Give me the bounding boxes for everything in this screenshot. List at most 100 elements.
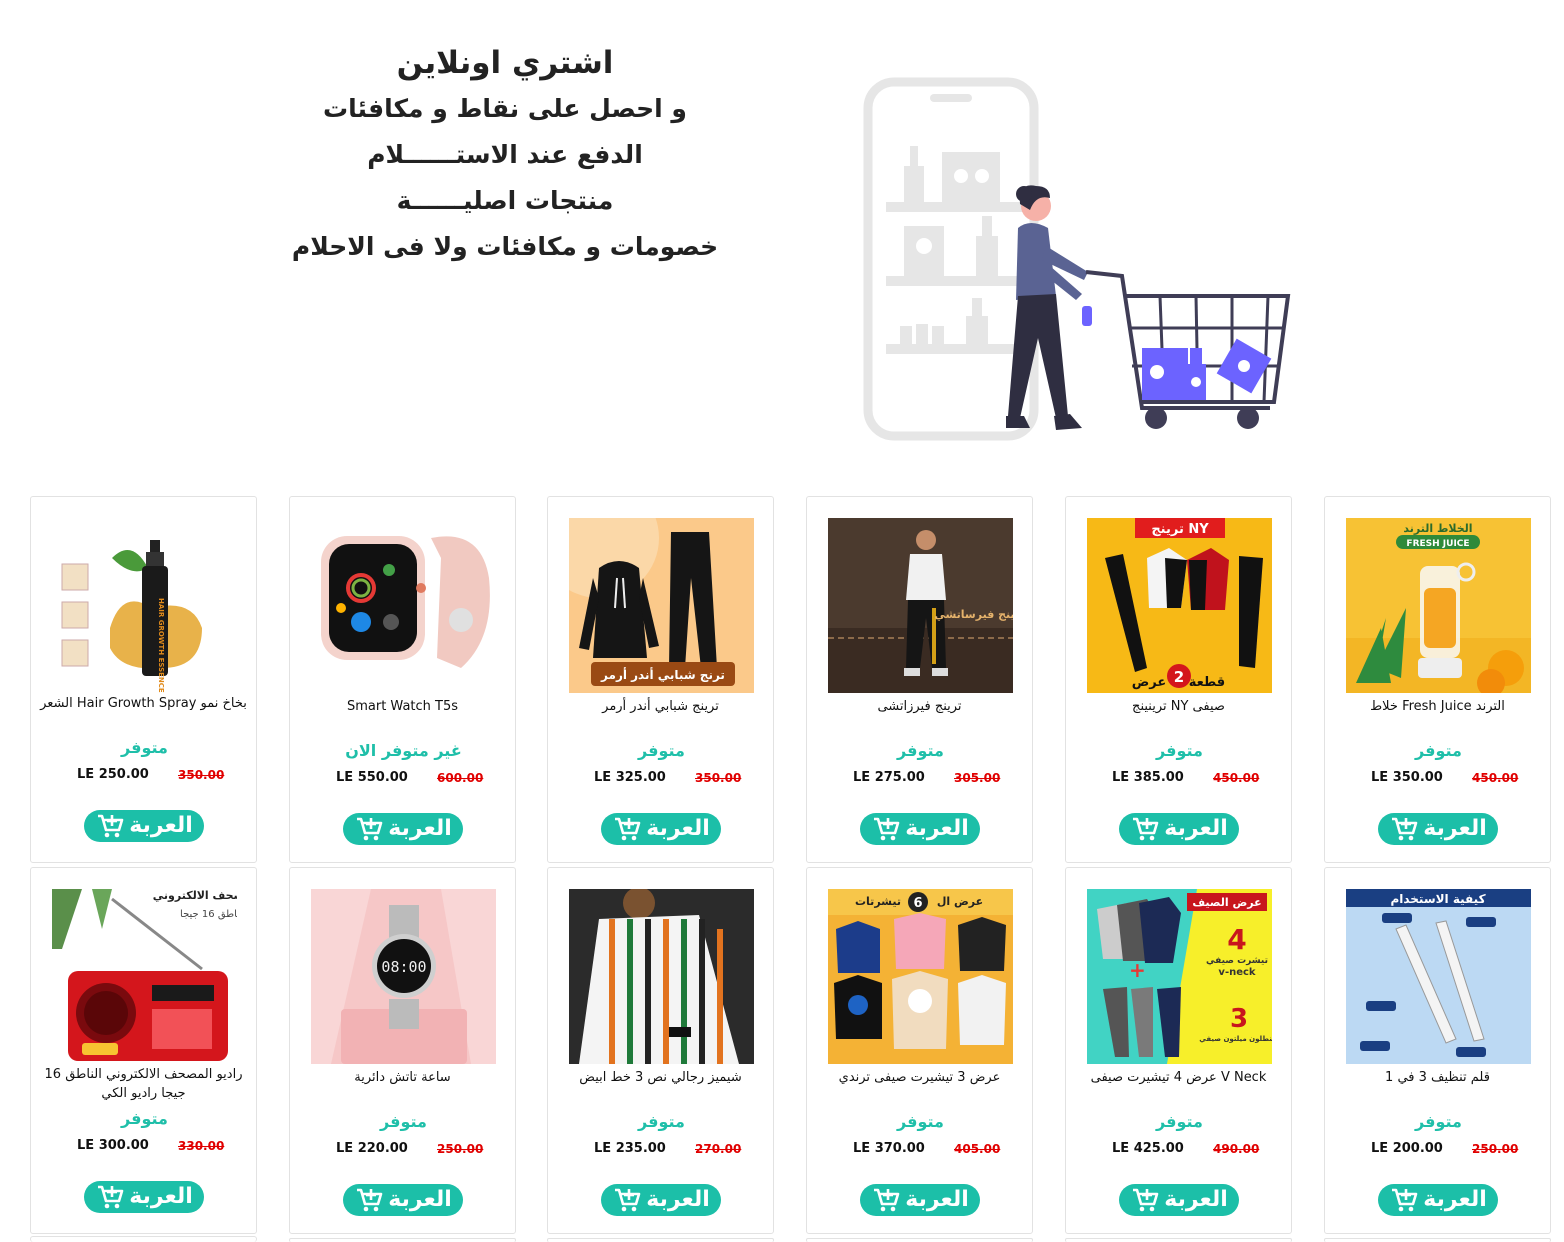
product-card[interactable]: 08:00 ساعة تاتش دائرية متوفر LE 220.00 2… bbox=[289, 867, 516, 1234]
old-price: 250.00 bbox=[1472, 1142, 1519, 1156]
product-price: LE 550.00 bbox=[336, 770, 408, 785]
ny-banner-text: ترينج NY bbox=[1151, 522, 1209, 537]
product-image-smart-watch[interactable] bbox=[311, 518, 496, 693]
ny-offer-unit: قطعة bbox=[1189, 675, 1225, 690]
product-title[interactable]: ترينج فيرزاتشى bbox=[815, 697, 1024, 716]
svg-text:+: + bbox=[1129, 958, 1146, 982]
cart-plus-icon bbox=[615, 817, 641, 841]
add-to-cart-button[interactable]: العربة bbox=[343, 813, 463, 845]
stock-status: متوفر bbox=[121, 738, 168, 757]
product-card[interactable]: ترينج فيرساتشي ترينج فيرزاتشى متوفر LE 2… bbox=[806, 496, 1033, 863]
six-offer-text: عرض ال bbox=[937, 895, 983, 908]
add-to-cart-label: العربة bbox=[1164, 1187, 1228, 1212]
cart-plus-icon bbox=[1392, 817, 1418, 841]
product-price: LE 370.00 bbox=[853, 1141, 925, 1156]
watch-time: 08:00 bbox=[381, 958, 426, 976]
add-to-cart-button[interactable]: العربة bbox=[84, 810, 204, 842]
old-price: 405.00 bbox=[954, 1142, 1001, 1156]
product-title[interactable]: شيميز رجالي نص 3 خط ابيض bbox=[556, 1068, 765, 1087]
hero-line-discounts: خصومات و مكافئات ولا فى الاحلام bbox=[291, 232, 719, 261]
add-to-cart-label: العربة bbox=[646, 816, 710, 841]
product-title[interactable]: قلم تنظيف 3 في 1 bbox=[1333, 1068, 1542, 1087]
old-price: 270.00 bbox=[695, 1142, 742, 1156]
product-image-quran-radio[interactable]: مصحف الالكتروني ناطق 16 جيجا bbox=[52, 889, 237, 1064]
summer-tshirt-text: تيشرت صيفي bbox=[1206, 956, 1268, 966]
stock-status: غير متوفر الان bbox=[345, 741, 462, 760]
product-image-ua-tracksuit[interactable]: ترنج شبابي أندر أرمر bbox=[569, 518, 754, 693]
product-card[interactable]: الخلاط الترند FRESH JUICE الترند Fresh J… bbox=[1324, 496, 1551, 863]
old-price: 490.00 bbox=[1213, 1142, 1260, 1156]
hero-line-points: و احصل على نقاط و مكافئات bbox=[323, 94, 687, 123]
add-to-cart-button[interactable]: العربة bbox=[1378, 813, 1498, 845]
product-image-versace-tracksuit[interactable]: ترينج فيرساتشي bbox=[828, 518, 1013, 693]
stock-status: متوفر bbox=[897, 1112, 944, 1131]
product-image-hair-spray[interactable]: HAIR GROWTH ESSENCE SPRAY bbox=[52, 518, 237, 693]
summer-offer-text: عرض الصيف bbox=[1192, 896, 1261, 909]
add-to-cart-button[interactable]: العربة bbox=[1119, 813, 1239, 845]
product-card-partial bbox=[289, 1238, 516, 1242]
add-to-cart-label: العربة bbox=[646, 1187, 710, 1212]
product-title[interactable]: الترند Fresh Juice خلاط bbox=[1333, 697, 1542, 716]
product-image-six-tshirts[interactable]: تيشرتات 6 عرض ال bbox=[828, 889, 1013, 1064]
product-title[interactable]: بخاخ نمو Hair Growth Spray الشعر bbox=[39, 694, 248, 713]
product-image-cleaning-pen[interactable]: كيفية الاستخدام bbox=[1346, 889, 1531, 1064]
six-num: 6 bbox=[913, 896, 922, 911]
product-title[interactable]: ترينج شبابي أندر أرمر bbox=[556, 697, 765, 716]
product-card[interactable]: ترنج شبابي أندر أرمر ترينج شبابي أندر أر… bbox=[547, 496, 774, 863]
ua-label: ترنج شبابي أندر أرمر bbox=[600, 667, 725, 682]
add-to-cart-button[interactable]: العربة bbox=[601, 1184, 721, 1216]
product-card-partial bbox=[30, 1236, 257, 1242]
product-card[interactable]: مصحف الالكتروني ناطق 16 جيجا راديو المصح… bbox=[30, 867, 257, 1234]
cart-plus-icon bbox=[615, 1188, 641, 1212]
add-to-cart-label: العربة bbox=[1164, 816, 1228, 841]
product-card-partial bbox=[1324, 1238, 1551, 1242]
cart-plus-icon bbox=[1133, 817, 1159, 841]
cart-plus-icon bbox=[1133, 1188, 1159, 1212]
stock-status: متوفر bbox=[1415, 741, 1462, 760]
product-price: LE 235.00 bbox=[594, 1141, 666, 1156]
hero-headline: اشتري اونلاين bbox=[396, 45, 614, 81]
product-card[interactable]: عرض الصيف + 4 تيشرت صيفي v-neck 3 بنطلون… bbox=[1065, 867, 1292, 1234]
product-card[interactable]: ترينج NY قطعة 2 عرض صيفى NY ترينينج متوف… bbox=[1065, 496, 1292, 863]
product-title[interactable]: صيفى NY ترينينج bbox=[1074, 697, 1283, 716]
pen-title-text: كيفية الاستخدام bbox=[1390, 892, 1485, 907]
blender-badge-text: FRESH JUICE bbox=[1406, 539, 1469, 549]
product-image-striped-shirt[interactable] bbox=[569, 889, 754, 1064]
product-price: LE 300.00 bbox=[77, 1138, 149, 1153]
add-to-cart-button[interactable]: العربة bbox=[343, 1184, 463, 1216]
add-to-cart-label: العربة bbox=[129, 1184, 193, 1209]
add-to-cart-button[interactable]: العربة bbox=[601, 813, 721, 845]
product-image-blender[interactable]: الخلاط الترند FRESH JUICE bbox=[1346, 518, 1531, 693]
cart-plus-icon bbox=[98, 814, 124, 838]
product-card[interactable]: HAIR GROWTH ESSENCE SPRAY بخاخ نمو Hair … bbox=[30, 496, 257, 863]
old-price: 250.00 bbox=[437, 1142, 484, 1156]
add-to-cart-button[interactable]: العربة bbox=[1378, 1184, 1498, 1216]
product-title[interactable]: V Neck عرض 4 تيشيرت صيفى bbox=[1074, 1068, 1283, 1087]
add-to-cart-button[interactable]: العربة bbox=[84, 1181, 204, 1213]
old-price: 450.00 bbox=[1472, 771, 1519, 785]
cart-plus-icon bbox=[357, 1188, 383, 1212]
add-to-cart-button[interactable]: العربة bbox=[1119, 1184, 1239, 1216]
product-card[interactable]: Smart Watch T5s غير متوفر الان LE 550.00… bbox=[289, 496, 516, 863]
product-card[interactable]: كيفية الاستخدام قلم تنظيف 3 في 1 متوفر L… bbox=[1324, 867, 1551, 1234]
product-title[interactable]: راديو المصحف الالكتروني الناطق 16 جيجا ر… bbox=[39, 1065, 248, 1103]
hero-line-original: منتجات اصليــــــة bbox=[396, 186, 614, 215]
product-card-partial bbox=[806, 1238, 1033, 1242]
product-card[interactable]: شيميز رجالي نص 3 خط ابيض متوفر LE 235.00… bbox=[547, 867, 774, 1234]
add-to-cart-button[interactable]: العربة bbox=[860, 1184, 980, 1216]
product-image-ny-tracksuit[interactable]: ترينج NY قطعة 2 عرض bbox=[1087, 518, 1272, 693]
old-price: 305.00 bbox=[954, 771, 1001, 785]
product-card[interactable]: تيشرتات 6 عرض ال عرض 3 تيشيرت صيفى ترندي… bbox=[806, 867, 1033, 1234]
old-price: 450.00 bbox=[1213, 771, 1260, 785]
product-image-summer-offer[interactable]: عرض الصيف + 4 تيشرت صيفي v-neck 3 بنطلون… bbox=[1087, 889, 1272, 1064]
product-image-touch-watch[interactable]: 08:00 bbox=[311, 889, 496, 1064]
product-title[interactable]: ساعة تاتش دائرية bbox=[298, 1068, 507, 1087]
add-to-cart-button[interactable]: العربة bbox=[860, 813, 980, 845]
product-card-partial bbox=[1065, 1238, 1292, 1242]
product-title[interactable]: عرض 3 تيشيرت صيفى ترندي bbox=[815, 1068, 1024, 1087]
six-tshirts-text: تيشرتات bbox=[855, 895, 901, 908]
stock-status: متوفر bbox=[1156, 1112, 1203, 1131]
product-price: LE 200.00 bbox=[1371, 1141, 1443, 1156]
radio-sub-text: ناطق 16 جيجا bbox=[180, 909, 237, 920]
product-title[interactable]: Smart Watch T5s bbox=[298, 697, 507, 716]
